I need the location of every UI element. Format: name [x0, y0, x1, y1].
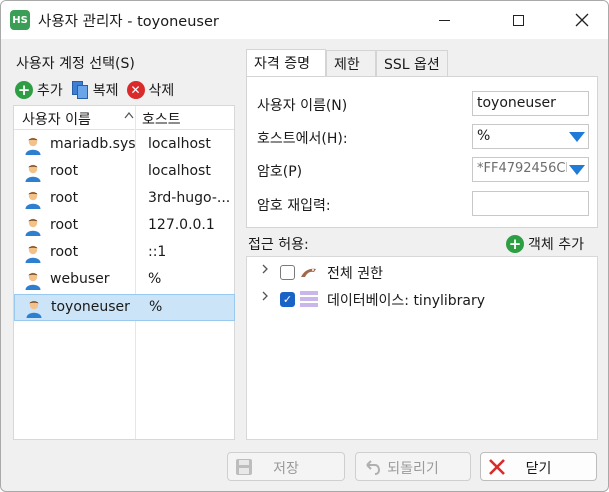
maximize-button[interactable] [495, 1, 541, 39]
user-icon [25, 299, 43, 318]
save-label: 저장 [273, 461, 299, 477]
tree-item-label: 전체 권한 [327, 266, 383, 282]
global-privileges-checkbox[interactable] [280, 265, 295, 280]
user-icon [24, 244, 42, 263]
user-name: root [50, 163, 79, 179]
user-icon [24, 217, 42, 236]
plus-icon: + [506, 235, 524, 253]
user-manager-window: HS 사용자 관리자 - toyoneuser 사용자 계정 선택(S) + 추… [0, 0, 609, 492]
duplicate-user-button[interactable]: 복제 [71, 80, 119, 100]
host-value: % [477, 128, 491, 144]
user-row[interactable]: root localhost [14, 159, 234, 186]
user-host: % [148, 271, 162, 287]
add-user-button[interactable]: + 추가 [15, 80, 63, 100]
app-icon: HS [10, 10, 30, 30]
host-label: 호스트에서(H): [257, 131, 348, 147]
user-host: localhost [148, 136, 211, 152]
close-window-button[interactable] [559, 1, 605, 39]
add-object-label: 객체 추가 [528, 237, 584, 253]
close-button[interactable]: 닫기 [480, 452, 597, 481]
user-host: 127.0.0.1 [148, 217, 215, 233]
tab-limits[interactable]: 제한 [326, 50, 376, 76]
dropdown-arrow-icon [569, 165, 585, 175]
password-select[interactable]: *FF4792456CD [472, 157, 589, 182]
tree-item-global-privileges[interactable]: 전체 권한 [247, 260, 597, 284]
user-host: localhost [148, 163, 211, 179]
database-checkbox[interactable]: ✓ [280, 292, 295, 307]
user-row[interactable]: toyoneuser% [14, 294, 235, 321]
user-name: webuser [50, 271, 110, 287]
chevron-right-icon[interactable] [261, 263, 269, 279]
minimize-icon [438, 19, 450, 21]
password-value: *FF4792456CD [477, 161, 567, 176]
username-input[interactable]: toyoneuser [472, 91, 589, 116]
user-icon [24, 190, 42, 209]
user-host: 3rd-hugo-... [148, 190, 231, 206]
tree-item-database[interactable]: ✓ 데이터베이스: tinylibrary [247, 287, 597, 311]
user-list: 사용자 이름 호스트 mariadb.sys localhost root local… [13, 105, 235, 440]
title-bar: HS 사용자 관리자 - toyoneuser [1, 1, 608, 39]
add-user-label: 추가 [37, 83, 63, 99]
database-icon [299, 290, 319, 308]
user-host: % [149, 299, 163, 315]
tab-credentials[interactable]: 자격 증명 [246, 49, 326, 76]
window-title: 사용자 관리자 - toyoneuser [38, 14, 219, 30]
chevron-right-icon[interactable] [261, 290, 269, 306]
user-row[interactable]: root::1 [14, 240, 234, 267]
access-tree: 전체 권한 ✓ 데이터베이스: tinylibrary [246, 256, 598, 440]
duplicate-user-label: 복제 [92, 83, 119, 99]
user-name: root [50, 244, 79, 260]
sort-ascending-icon [124, 109, 134, 122]
save-button[interactable]: 저장 [227, 452, 345, 481]
host-select[interactable]: % [472, 124, 589, 149]
copy-icon [71, 81, 89, 99]
column-host-header[interactable]: 호스트 [142, 109, 181, 129]
user-row[interactable]: mariadb.sys localhost [14, 132, 234, 159]
allow-access-label: 접근 허용: [248, 237, 309, 253]
user-icon [24, 271, 42, 290]
plus-icon: + [15, 81, 33, 99]
account-toolbar: + 추가 복제 ✕ 삭제 [15, 80, 182, 100]
user-name: root [50, 190, 79, 206]
delete-user-button[interactable]: ✕ 삭제 [126, 80, 175, 100]
username-label: 사용자 이름(N) [257, 98, 348, 114]
delete-user-label: 삭제 [148, 83, 175, 99]
revert-button[interactable]: 되돌리기 [355, 452, 471, 481]
dolphin-icon [299, 263, 319, 281]
close-icon [575, 13, 589, 27]
delete-icon: ✕ [126, 81, 145, 99]
add-object-button[interactable]: + 객체 추가 [506, 234, 584, 254]
user-list-header: 사용자 이름 호스트 [14, 106, 234, 130]
user-row[interactable]: root 3rd-hugo-... [14, 186, 234, 213]
user-name: toyoneuser [51, 299, 130, 315]
user-name: root [50, 217, 79, 233]
user-icon [24, 163, 42, 182]
repeat-password-label: 암호 재입력: [257, 198, 331, 214]
tab-ssl-options[interactable]: SSL 옵션 [376, 50, 448, 76]
password-label: 암호(P) [257, 164, 303, 180]
minimize-button[interactable] [421, 1, 467, 39]
revert-label: 되돌리기 [387, 461, 439, 477]
column-username-header[interactable]: 사용자 이름 [22, 109, 91, 129]
credentials-panel: 사용자 이름(N) toyoneuser 호스트에서(H): % 암호(P) *… [246, 76, 598, 228]
dropdown-arrow-icon [569, 132, 585, 142]
user-host: ::1 [148, 244, 167, 260]
close-label: 닫기 [525, 461, 552, 477]
user-icon [24, 136, 42, 155]
select-account-label: 사용자 계정 선택(S) [16, 56, 135, 72]
user-row[interactable]: webuser% [14, 267, 234, 294]
user-row[interactable]: root 127.0.0.1 [14, 213, 234, 240]
maximize-icon [512, 14, 524, 26]
user-name: mariadb.sys [50, 136, 136, 152]
tree-item-label: 데이터베이스: tinylibrary [327, 293, 486, 309]
repeat-password-input[interactable] [472, 191, 589, 216]
